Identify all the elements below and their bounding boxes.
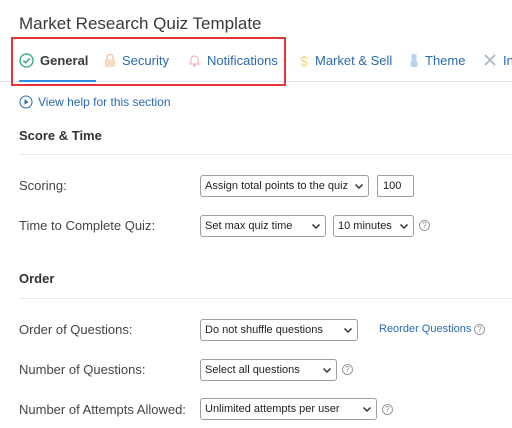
section-divider xyxy=(19,298,512,299)
number-of-attempts-label: Number of Attempts Allowed: xyxy=(19,402,186,417)
bell-icon xyxy=(188,53,201,68)
tab-notifications[interactable]: Notifications xyxy=(188,40,278,81)
attempts-select[interactable]: Unlimited attempts per user xyxy=(200,398,377,420)
section-title-order: Order xyxy=(19,271,55,286)
attempts-select-value: Unlimited attempts per user xyxy=(205,403,340,415)
tab-general-label: General xyxy=(40,53,89,68)
tab-theme[interactable]: Theme xyxy=(409,40,465,81)
help-question-icon[interactable]: ? xyxy=(342,364,353,375)
dollar-icon: $ xyxy=(299,53,309,69)
tab-general[interactable]: General xyxy=(19,40,97,82)
brush-icon xyxy=(409,53,419,68)
total-points-input[interactable]: 100 xyxy=(377,175,414,197)
tab-market-sell-label: Market & Sell xyxy=(315,53,393,68)
section-divider xyxy=(19,154,512,155)
reorder-questions-link[interactable]: Reorder Questions xyxy=(379,323,471,335)
total-points-value: 100 xyxy=(383,180,402,192)
chevron-down-icon xyxy=(353,180,365,192)
scoring-select-value: Assign total points to the quiz xyxy=(205,180,349,192)
lock-icon xyxy=(104,53,116,68)
view-help-label: View help for this section xyxy=(38,95,171,109)
page-title: Market Research Quiz Template xyxy=(19,14,262,33)
tab-security-label: Security xyxy=(122,53,169,68)
time-mode-select-value: Set max quiz time xyxy=(205,220,293,232)
question-order-select[interactable]: Do not shuffle questions xyxy=(200,319,358,341)
time-duration-select-value: 10 minutes xyxy=(338,220,392,232)
check-circle-icon xyxy=(19,53,34,68)
scoring-select[interactable]: Assign total points to the quiz xyxy=(200,175,369,197)
chevron-down-icon xyxy=(342,324,354,336)
help-question-icon[interactable]: ? xyxy=(474,324,485,335)
chevron-down-icon xyxy=(321,364,333,376)
tab-more[interactable]: In xyxy=(483,40,512,81)
time-to-complete-label: Time to Complete Quiz: xyxy=(19,218,156,233)
tools-icon xyxy=(483,53,497,68)
scoring-label: Scoring: xyxy=(19,178,67,193)
active-tab-indicator xyxy=(19,80,97,82)
help-question-icon[interactable]: ? xyxy=(382,404,393,415)
number-of-questions-select[interactable]: Select all questions xyxy=(200,359,337,381)
chevron-down-icon xyxy=(398,220,410,232)
tab-more-label: In xyxy=(503,53,512,68)
chevron-down-icon xyxy=(310,220,322,232)
tab-market-sell[interactable]: $ Market & Sell xyxy=(299,40,392,81)
section-title-score-time: Score & Time xyxy=(19,128,102,143)
tab-theme-label: Theme xyxy=(425,53,466,68)
svg-text:$: $ xyxy=(300,53,308,69)
chevron-down-icon xyxy=(361,403,373,415)
number-of-questions-select-value: Select all questions xyxy=(205,364,300,376)
question-order-select-value: Do not shuffle questions xyxy=(205,324,323,336)
order-of-questions-label: Order of Questions: xyxy=(19,322,133,337)
play-circle-icon xyxy=(19,95,33,109)
tab-security[interactable]: Security xyxy=(104,40,169,81)
time-mode-select[interactable]: Set max quiz time xyxy=(200,215,326,237)
tab-bar: General Security Notifications $ Market … xyxy=(0,40,512,82)
view-help-link[interactable]: View help for this section xyxy=(19,95,171,109)
tab-notifications-label: Notifications xyxy=(207,53,278,68)
number-of-questions-label: Number of Questions: xyxy=(19,362,146,377)
time-duration-select[interactable]: 10 minutes xyxy=(333,215,414,237)
help-question-icon[interactable]: ? xyxy=(419,220,430,231)
